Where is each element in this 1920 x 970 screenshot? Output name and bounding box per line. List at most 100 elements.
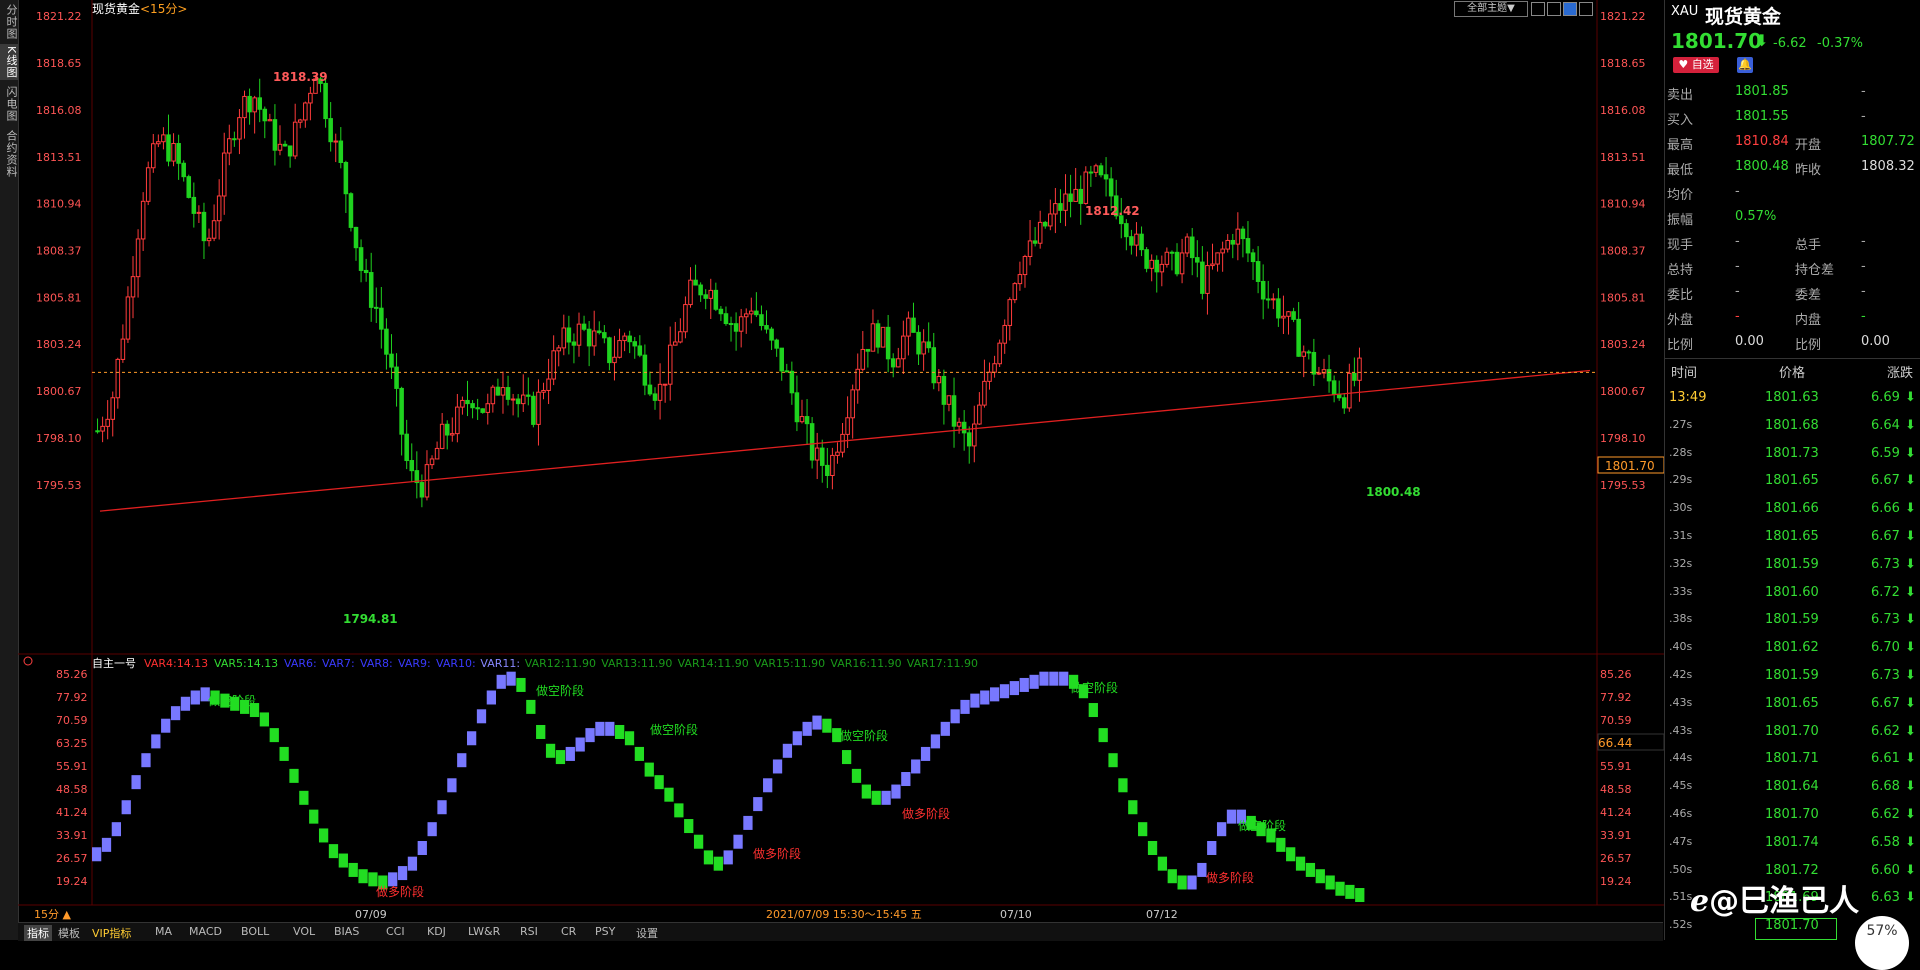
candle-body [728,323,734,326]
price-axis-left: 1821.22 1818.65 1816.08 1813.51 1810.94 1808.… [36,10,82,492]
quote-label: 均价 [1667,188,1694,203]
bottom-tab[interactable]: KDJ [427,925,446,938]
tick-price: 1801.59 [1765,556,1819,572]
candle-body [384,328,389,355]
indicator-bar [792,731,802,746]
candle-body [556,347,561,352]
bottom-tab[interactable]: 指标 [24,925,52,941]
candle-body [581,323,587,330]
tick-price: 1801.70 [1765,723,1819,739]
indicator-tick-label: 70.59 [56,714,88,727]
tick-time: .42s [1669,668,1693,681]
indicator-bar [358,869,368,884]
candle-body [1068,193,1073,202]
tick-row[interactable]: 13:49 1801.63 6.69 ⬇ [1665,385,1920,412]
tick-row[interactable]: .43s 1801.70 6.62 ⬇ [1665,719,1920,746]
ticks-header-time: 时间 [1671,366,1698,381]
bottom-tab[interactable]: PSY [595,925,615,938]
bottom-tab[interactable]: MACD [189,925,222,938]
bottom-tab[interactable]: CCI [386,925,405,938]
layout-icon[interactable] [1531,2,1545,16]
all-themes-dropdown[interactable]: 全部主题▼ [1454,1,1528,17]
indicator-var: VAR9: [398,657,431,670]
tick-change: 6.72 [1871,584,1900,600]
indicator-bar [121,800,131,815]
price-tick-label: 1810.94 [1600,198,1646,211]
progress-badge[interactable]: 57% [1855,916,1909,970]
indicator-bar [802,721,812,736]
tick-row[interactable]: .29s 1801.65 6.67 ⬇ [1665,468,1920,495]
price-tick-label: 1821.22 [36,10,82,23]
tick-row[interactable]: .32s 1801.59 6.73 ⬇ [1665,552,1920,579]
bottom-tab[interactable]: RSI [520,925,538,938]
quote-row: 买入 1801.55 - [1665,105,1920,130]
indicator-bar [111,822,122,837]
bottom-tab[interactable]: VIP指标 [92,925,131,941]
fullscreen-icon[interactable] [1579,2,1593,16]
bottom-tab[interactable]: BOLL [241,925,269,938]
tick-row[interactable]: .40s 1801.62 6.70 ⬇ [1665,635,1920,662]
quote-value: - [1861,284,1866,299]
candle-body [470,403,475,409]
tick-row[interactable]: .30s 1801.66 6.66 ⬇ [1665,496,1920,523]
candle-body [1331,380,1337,395]
tick-row[interactable]: .44s 1801.71 6.61 ⬇ [1665,746,1920,773]
tick-row[interactable]: .47s 1801.74 6.58 ⬇ [1665,830,1920,857]
candle-body [759,314,764,327]
quote-row: 最高 1810.84 开盘 1807.72 [1665,130,1920,155]
bottom-tab[interactable]: LW&R [468,925,500,938]
candle-body [171,143,176,162]
period-selector[interactable]: 15分 ▲ [34,908,71,921]
price-tick-label: 1798.10 [1600,432,1646,445]
candle-body [576,323,582,346]
candle-body [1108,178,1114,197]
candle-body [1352,372,1357,381]
ticks-header: 时间 价格 涨跌 [1665,358,1920,381]
tick-row[interactable]: .28s 1801.73 6.59 ⬇ [1665,441,1920,468]
bottom-tab[interactable]: BIAS [334,925,359,938]
indicator-bar [575,737,585,752]
tick-row[interactable]: .31s 1801.65 6.67 ⬇ [1665,524,1920,551]
quote-value: 1810.84 [1735,134,1789,149]
chart-canvas[interactable]: 现货黄金 <15分> 1821.221818.651816.081813.511… [0,0,1664,922]
bell-icon[interactable]: 🔔 [1737,57,1753,73]
indicator-bar [1039,671,1049,686]
tick-row[interactable]: .33s 1801.60 6.72 ⬇ [1665,580,1920,607]
tick-row[interactable]: .27s 1801.68 6.64 ⬇ [1665,413,1920,440]
indicator-bar [654,775,664,790]
bottom-tab[interactable]: VOL [293,925,315,938]
tick-time: .43s [1669,695,1693,709]
candle-body [870,323,876,352]
tick-row[interactable]: .46s 1801.70 6.62 ⬇ [1665,802,1920,829]
tick-row[interactable]: .38s 1801.59 6.73 ⬇ [1665,607,1920,634]
candle-body [622,335,627,342]
candle-body [338,140,344,163]
indicator-bar [713,856,723,871]
indicator-axis-right: 85.2677.9270.5963.2555.9148.5841.2433.91… [1600,668,1632,888]
indicator-axis-left: 85.26 77.92 70.59 63.25 55.91 48.58 41.24 33.91… [56,668,88,888]
bottom-tab[interactable]: 模板 [58,925,80,941]
price-tick-label: 1810.94 [36,198,82,211]
tick-row[interactable]: .42s 1801.59 6.73 ⬇ [1665,663,1920,690]
indicator-var: VAR5:14.13 [214,657,278,670]
add-watchlist-button[interactable]: ♥ 自选 [1673,57,1719,73]
indicator-var: VAR13:11.90 [601,657,672,670]
down-arrow-icon: ⬇ [1905,668,1916,683]
bottom-tab[interactable]: 设置 [636,925,658,941]
bull-stage-label: 做多阶段 [1206,870,1254,885]
chart-mode-icon[interactable] [1563,2,1577,16]
candle-body [992,363,997,373]
indicator-bar [1118,778,1128,793]
bottom-tab[interactable]: MA [155,925,172,938]
tick-row[interactable]: .43s 1801.65 6.67 ⬇ [1665,691,1920,718]
down-arrow-icon: ⬇ [1905,529,1916,544]
window-icon[interactable] [1547,2,1561,16]
candle-body [1174,251,1180,275]
bottom-tab[interactable]: CR [561,925,576,938]
tick-row[interactable]: .45s 1801.64 6.68 ⬇ [1665,774,1920,801]
tick-change: 6.59 [1871,445,1900,461]
indicator-settings-icon[interactable] [23,656,33,666]
candle-body [1215,252,1220,265]
down-arrow-icon: ⬇ [1905,751,1916,767]
candle-body [1291,311,1296,320]
